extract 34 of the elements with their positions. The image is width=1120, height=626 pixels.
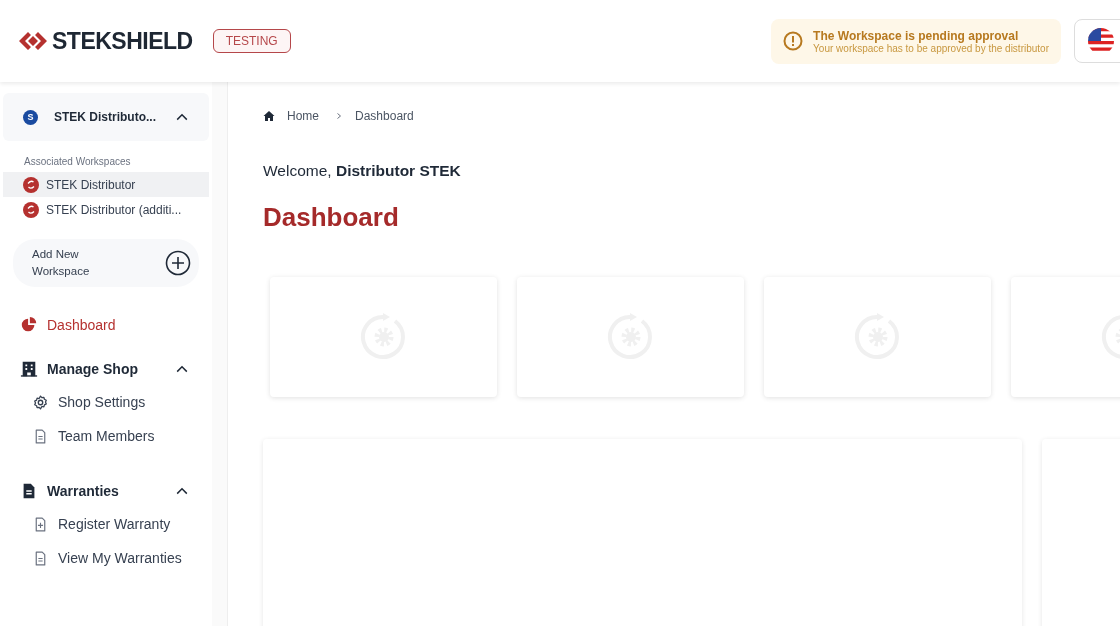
page-title: Dashboard xyxy=(263,202,400,233)
breadcrumb-link[interactable]: Home xyxy=(287,109,319,123)
pie-chart-icon xyxy=(20,316,38,334)
warning-icon xyxy=(783,31,804,51)
nav-link[interactable]: View My Warranties xyxy=(20,545,189,571)
building-icon xyxy=(20,360,38,378)
nav-link[interactable]: Dashboard xyxy=(20,313,189,337)
workspace-avatar: S xyxy=(23,109,38,125)
breadcrumb-link[interactable]: Dashboard xyxy=(355,109,414,123)
nav-link[interactable]: Shop Settings xyxy=(20,389,189,415)
workspace-item[interactable]: STEK Distributor (additi... xyxy=(3,197,209,222)
notice-message: Your workspace has to be approved by the distributor xyxy=(813,42,1049,54)
logo-text[interactable]: STEKSHIELD xyxy=(52,27,193,55)
home-icon xyxy=(263,110,275,122)
welcome-text: Welcome, Distributor STEK xyxy=(263,162,462,180)
flag-icon xyxy=(1088,28,1114,54)
notice-title: The Workspace is pending approval xyxy=(813,28,1020,43)
language-button[interactable] xyxy=(1074,19,1120,63)
workspace-item[interactable]: STEK Distributor xyxy=(3,172,209,197)
workspace-name: STEK Distributo... xyxy=(54,110,157,124)
settings-icon xyxy=(32,393,49,411)
section-label: Associated Workspaces xyxy=(24,156,132,167)
workspace-logo-icon xyxy=(23,201,39,218)
chevron-right-icon xyxy=(335,112,343,120)
nav-link[interactable]: Register Warranty xyxy=(20,511,189,537)
workspace-logo-icon xyxy=(23,176,39,193)
logo-icon xyxy=(18,31,48,51)
add-workspace-button[interactable]: Add New Workspace xyxy=(13,239,199,287)
add-icon xyxy=(165,250,191,276)
workspace-selector[interactable]: S STEK Distributo... xyxy=(3,93,209,141)
nav-group-label[interactable]: Warranties xyxy=(47,483,175,499)
environment-badge: TESTING xyxy=(212,29,291,53)
nav-group-label[interactable]: Manage Shop xyxy=(47,361,175,377)
nav-link[interactable]: Team Members xyxy=(20,423,189,449)
